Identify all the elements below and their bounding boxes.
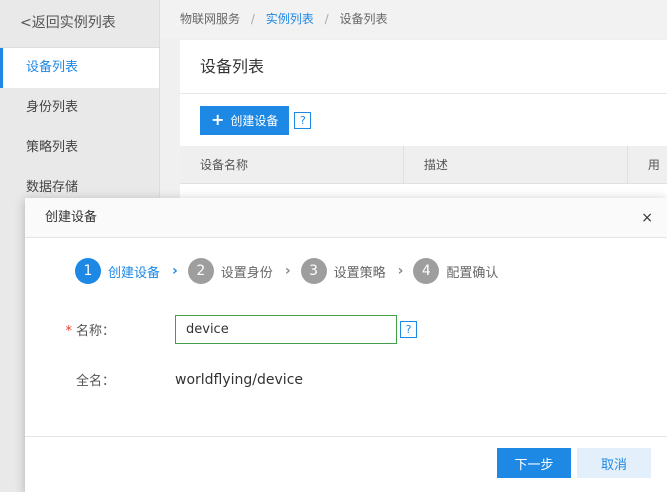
- cancel-button[interactable]: 取消: [577, 448, 651, 478]
- page-title: 设备列表: [180, 40, 667, 94]
- fullname-row: 全名： worldflying/device: [25, 370, 304, 390]
- step-create-device: 1 创建设备: [75, 258, 160, 284]
- name-label-text: 名称：: [75, 324, 115, 339]
- sidebar-item-device-list[interactable]: 设备列表: [0, 48, 159, 88]
- breadcrumb-instance-list[interactable]: 实例列表: [266, 12, 314, 26]
- step-set-identity: 2 设置身份: [187, 258, 273, 284]
- breadcrumb-separator: /: [324, 12, 329, 26]
- breadcrumb: 物联网服务 / 实例列表 / 设备列表: [160, 0, 667, 38]
- step-number: 2: [187, 258, 214, 284]
- step-label: 设置策略: [333, 265, 386, 281]
- step-number: 1: [75, 258, 101, 284]
- help-icon[interactable]: ?: [294, 111, 312, 129]
- fullname-value: worldflying/device: [175, 371, 304, 388]
- create-device-label: 创建设备: [230, 113, 279, 128]
- step-number: 3: [300, 258, 327, 284]
- column-description: 描述: [404, 146, 628, 183]
- column-truncated: 用: [647, 158, 660, 172]
- help-icon[interactable]: ?: [400, 321, 417, 338]
- plus-icon: +: [211, 110, 225, 129]
- step-label: 设置身份: [220, 265, 273, 281]
- step-label: 配置确认: [446, 265, 499, 281]
- step-label: 创建设备: [108, 265, 161, 281]
- toolbar: + 创建设备 ?: [180, 94, 667, 146]
- step-confirm-config: 4 配置确认: [413, 258, 498, 284]
- step-number: 4: [413, 258, 440, 284]
- next-button[interactable]: 下一步: [497, 448, 571, 478]
- create-device-dialog: 创建设备 × 1 创建设备 › 2 设置身份 › 3 设置策略 › 4 配置确认…: [25, 198, 667, 492]
- fullname-label: 全名：: [75, 374, 115, 389]
- close-icon[interactable]: ×: [641, 198, 653, 238]
- chevron-right-icon: ›: [397, 263, 404, 279]
- breadcrumb-device-list: 设备列表: [339, 12, 388, 26]
- breadcrumb-separator: /: [250, 12, 255, 26]
- device-name-input[interactable]: [175, 315, 397, 344]
- required-mark: *: [65, 324, 72, 339]
- chevron-right-icon: ›: [284, 263, 291, 279]
- sidebar-item-identity-list[interactable]: 身份列表: [0, 88, 159, 128]
- chevron-right-icon: ›: [172, 263, 178, 279]
- dialog-header: 创建设备 ×: [25, 198, 667, 238]
- dialog-footer: 下一步 取消: [25, 436, 667, 492]
- name-label: * 名称：: [25, 320, 115, 339]
- create-device-button[interactable]: + 创建设备: [200, 105, 290, 135]
- name-input-wrap: ?: [175, 315, 417, 344]
- back-to-instances-link[interactable]: <返回实例列表: [0, 0, 159, 48]
- name-row: *名称： ?: [25, 315, 417, 344]
- column-device-name: 设备名称: [180, 146, 404, 183]
- wizard-steps: 1 创建设备 › 2 设置身份 › 3 设置策略 › 4 配置确认: [75, 258, 498, 284]
- step-set-policy: 3 设置策略: [300, 258, 386, 284]
- breadcrumb-iot-service: 物联网服务: [180, 12, 241, 26]
- dialog-title: 创建设备: [45, 210, 98, 225]
- sidebar-item-policy-list[interactable]: 策略列表: [0, 128, 159, 168]
- table-header: 设备名称 描述 用: [180, 146, 667, 184]
